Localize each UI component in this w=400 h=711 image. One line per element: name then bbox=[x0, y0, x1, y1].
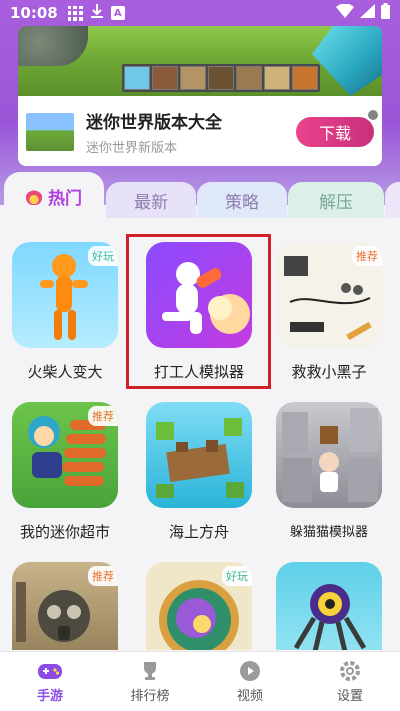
orange-stickman-icon[interactable]: 好玩 bbox=[12, 242, 118, 348]
trophy-icon bbox=[137, 660, 163, 682]
signal-icon bbox=[360, 4, 375, 22]
badge-good: 好玩 bbox=[88, 246, 118, 266]
game-card[interactable]: 海上方舟 bbox=[136, 402, 262, 542]
game-card[interactable]: 推荐 救救小黑子 bbox=[266, 242, 392, 382]
banner-title: 迷你世界版本大全 bbox=[86, 113, 222, 133]
banner-game-image[interactable] bbox=[18, 26, 382, 96]
banner-thumbnail bbox=[26, 113, 74, 151]
status-bar: 10:08 A bbox=[0, 0, 400, 26]
tab-hot[interactable]: 热门 bbox=[4, 172, 104, 220]
game-grid: 好玩 火柴人变大 打工人模拟器 推荐 救救小黑子 推荐 我的迷你超市 海上方舟 bbox=[0, 220, 400, 650]
game-card[interactable]: 打工人模拟器 bbox=[136, 242, 262, 382]
tab-relax[interactable]: 解压 bbox=[288, 182, 384, 218]
status-time: 10:08 bbox=[10, 4, 58, 22]
fire-icon bbox=[26, 187, 42, 205]
play-icon bbox=[237, 660, 263, 682]
badge-recommend: 推荐 bbox=[88, 566, 118, 586]
nav-mobile-games[interactable]: 手游 bbox=[0, 652, 100, 711]
wifi-icon bbox=[336, 3, 354, 22]
worker-runner-icon[interactable] bbox=[146, 242, 252, 348]
grid-icon bbox=[67, 5, 83, 21]
download-button[interactable]: 下载 bbox=[296, 117, 374, 147]
game-name: 海上方舟 bbox=[168, 523, 229, 541]
hotbar-image bbox=[122, 64, 320, 92]
game-name: 火柴人变大 bbox=[27, 363, 103, 381]
game-name: 救救小黑子 bbox=[291, 363, 367, 381]
gas-mask-icon[interactable]: 推荐 bbox=[12, 562, 118, 650]
badge-good: 好玩 bbox=[222, 566, 252, 586]
ad-banner[interactable]: 迷你世界版本大全 迷你世界新版本 下载 bbox=[18, 26, 382, 166]
badge-recommend: 推荐 bbox=[352, 246, 382, 266]
category-tabs: 解压 策略 最新 热门 bbox=[0, 172, 400, 220]
game-card[interactable] bbox=[266, 562, 392, 650]
game-card[interactable]: 好玩 火柴人变大 bbox=[2, 242, 128, 382]
burger-stack-icon[interactable]: 推荐 bbox=[12, 402, 118, 508]
swirl-orb-icon[interactable]: 好玩 bbox=[146, 562, 252, 650]
game-card[interactable]: 躲猫猫模拟器 bbox=[266, 402, 392, 540]
drawing-sketch-icon[interactable]: 推荐 bbox=[276, 242, 382, 348]
game-name: 躲猫猫模拟器 bbox=[289, 525, 368, 540]
island-raft-icon[interactable] bbox=[146, 402, 252, 508]
gamepad-icon bbox=[37, 660, 63, 682]
download-icon bbox=[90, 3, 104, 23]
nav-videos[interactable]: 视频 bbox=[200, 652, 300, 711]
nav-settings[interactable]: 设置 bbox=[300, 652, 400, 711]
gear-icon bbox=[337, 660, 363, 682]
tab-new[interactable]: 最新 bbox=[106, 182, 196, 218]
nav-rankings[interactable]: 排行榜 bbox=[100, 652, 200, 711]
game-name: 打工人模拟器 bbox=[153, 363, 244, 381]
battery-icon bbox=[381, 3, 390, 23]
robot-spider-icon[interactable] bbox=[276, 562, 382, 650]
game-card[interactable]: 推荐 我的迷你超市 bbox=[2, 402, 128, 542]
hide-and-seek-icon[interactable] bbox=[276, 402, 382, 508]
game-name: 我的迷你超市 bbox=[19, 523, 110, 541]
game-card[interactable]: 推荐 bbox=[2, 562, 128, 650]
bottom-nav: 手游 排行榜 视频 设置 bbox=[0, 651, 400, 711]
tab-strategy[interactable]: 策略 bbox=[197, 182, 287, 218]
game-card[interactable]: 好玩 bbox=[136, 562, 262, 650]
banner-subtitle: 迷你世界新版本 bbox=[86, 141, 178, 156]
a-icon: A bbox=[110, 6, 125, 20]
ad-indicator-icon bbox=[368, 110, 378, 120]
badge-recommend: 推荐 bbox=[88, 406, 118, 426]
tab-more[interactable] bbox=[385, 182, 400, 218]
